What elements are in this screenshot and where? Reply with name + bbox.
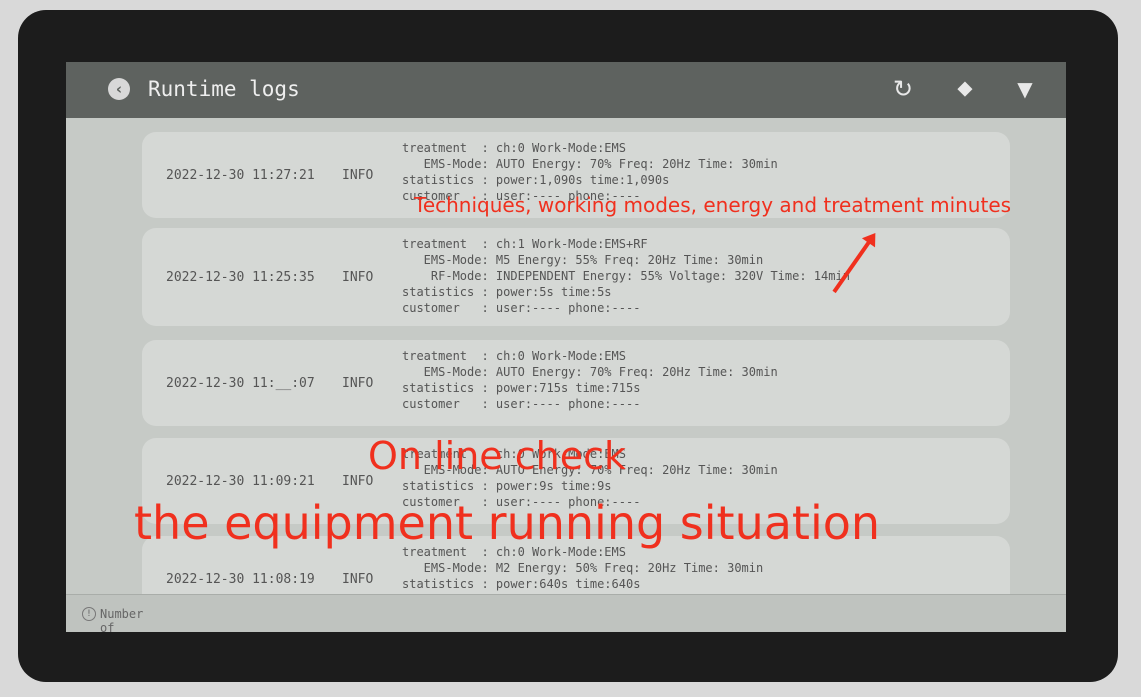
log-level: INFO bbox=[342, 376, 374, 391]
page-title: Runtime logs bbox=[148, 77, 300, 101]
log-timestamp: 2022-12-30 11:__:07 bbox=[166, 376, 315, 391]
title-bar: ‹ Runtime logs ↻ ⬥ ▼ bbox=[66, 62, 1066, 118]
log-entry[interactable]: 2022-12-30 11:25:35 INFO treatment : ch:… bbox=[142, 228, 1010, 326]
log-timestamp: 2022-12-30 11:25:35 bbox=[166, 270, 315, 285]
annotation-situation: the equipment running situation bbox=[134, 496, 881, 550]
record-count: Number of Records: 76 bbox=[100, 607, 144, 632]
tag-icon[interactable]: ⬥ bbox=[950, 74, 980, 104]
log-level: INFO bbox=[342, 572, 374, 587]
info-icon: ! bbox=[82, 607, 96, 621]
log-timestamp: 2022-12-30 11:27:21 bbox=[166, 168, 315, 183]
filter-icon[interactable]: ▼ bbox=[1010, 74, 1040, 104]
log-entry[interactable]: 2022-12-30 11:__:07 INFO treatment : ch:… bbox=[142, 340, 1010, 426]
log-details: treatment : ch:0 Work-Mode:EMS EMS-Mode:… bbox=[402, 349, 778, 411]
annotation-online-check: On line check bbox=[368, 434, 626, 478]
log-level: INFO bbox=[342, 168, 374, 183]
refresh-icon[interactable]: ↻ bbox=[888, 74, 918, 104]
log-details: treatment : ch:0 Work-Mode:EMS EMS-Mode:… bbox=[402, 545, 764, 591]
log-timestamp: 2022-12-30 11:09:21 bbox=[166, 474, 315, 489]
log-details: treatment : ch:1 Work-Mode:EMS+RF EMS-Mo… bbox=[402, 237, 850, 315]
log-timestamp: 2022-12-30 11:08:19 bbox=[166, 572, 315, 587]
annotation-techniques: Techniques, working modes, energy and tr… bbox=[414, 193, 1012, 217]
status-footer: ! Number of Records: 76 bbox=[66, 594, 1066, 632]
log-level: INFO bbox=[342, 270, 374, 285]
back-icon[interactable]: ‹ bbox=[108, 78, 130, 100]
